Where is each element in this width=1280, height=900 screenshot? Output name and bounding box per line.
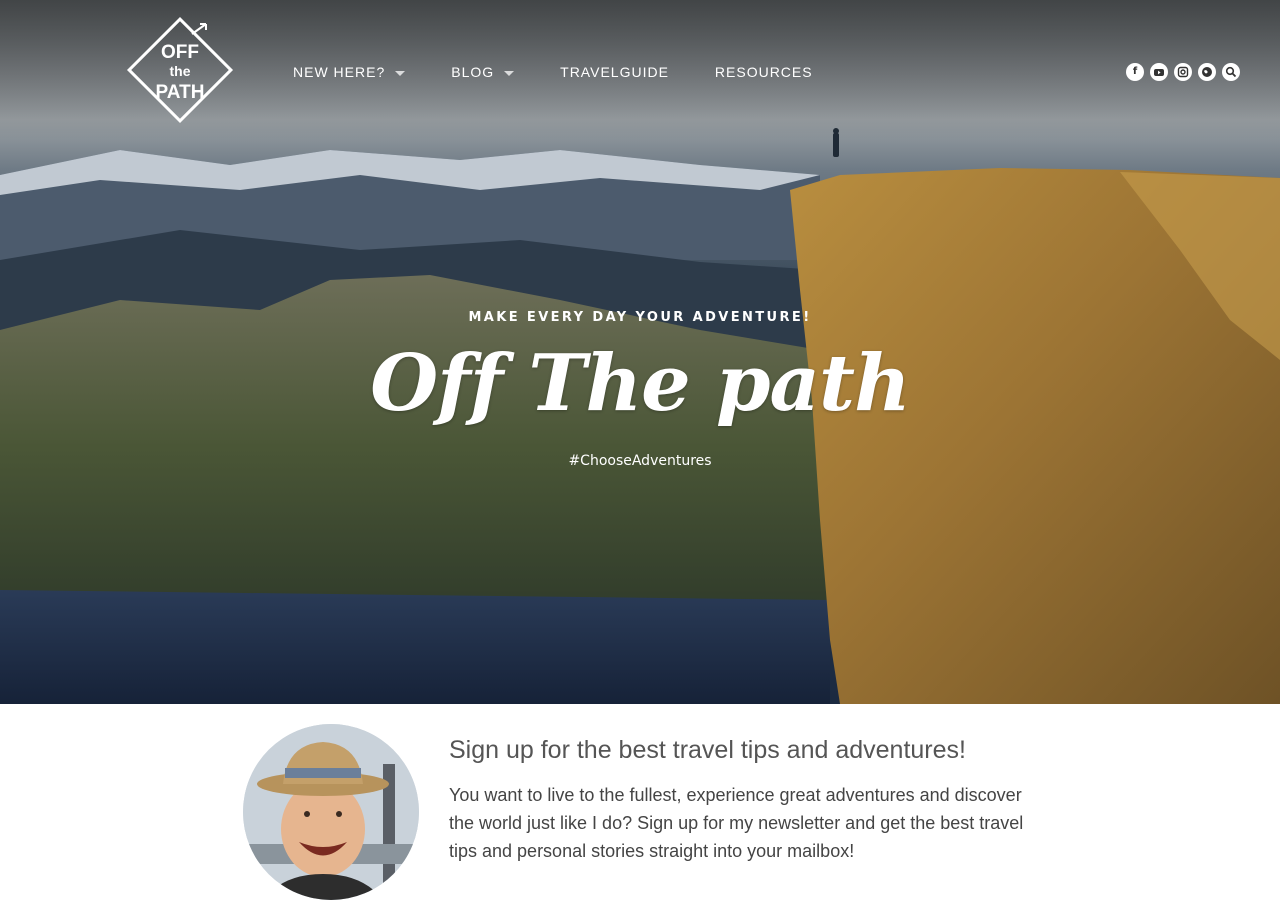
facebook-icon[interactable]: f bbox=[1126, 63, 1144, 81]
instagram-icon[interactable] bbox=[1174, 63, 1192, 81]
nav-label: NEW HERE? bbox=[293, 64, 386, 80]
chevron-down-icon bbox=[504, 70, 515, 76]
search-icon[interactable] bbox=[1222, 63, 1240, 81]
youtube-icon[interactable] bbox=[1150, 63, 1168, 81]
site-logo[interactable]: OFF the PATH bbox=[122, 12, 238, 128]
hero-brand-title: Off The path bbox=[370, 338, 911, 429]
nav-resources[interactable]: RESOURCES bbox=[715, 64, 813, 80]
nav-label: TRAVELGUIDE bbox=[560, 64, 669, 80]
signup-title: Sign up for the best travel tips and adv… bbox=[449, 736, 966, 764]
nav-travelguide[interactable]: TRAVELGUIDE bbox=[560, 64, 669, 80]
nav-label: RESOURCES bbox=[714, 64, 813, 80]
logo-text-the: the bbox=[170, 63, 191, 79]
main-nav: NEW HERE? BLOG TRAVELGUIDE RESOURCES bbox=[270, 62, 836, 82]
logo-arrow-icon bbox=[191, 23, 207, 35]
hero-hashtag: #ChooseAdventures bbox=[568, 453, 712, 469]
social-links: f bbox=[1126, 63, 1240, 81]
chevron-down-icon bbox=[395, 70, 406, 76]
nav-label: BLOG bbox=[451, 64, 495, 80]
signup-text: You want to live to the fullest, experie… bbox=[449, 785, 1024, 861]
hero-banner: OFF the PATH NEW HERE? BLOG TRAVELGUIDE … bbox=[0, 0, 1280, 704]
nav-blog[interactable]: BLOG bbox=[451, 64, 515, 80]
globe-icon[interactable] bbox=[1198, 63, 1216, 81]
logo-text-path: PATH bbox=[156, 82, 205, 103]
author-avatar bbox=[243, 724, 419, 900]
hero-tagline: MAKE EVERY DAY YOUR ADVENTURE! bbox=[468, 310, 812, 325]
nav-new-here[interactable]: NEW HERE? bbox=[293, 64, 406, 80]
logo-text-off: OFF bbox=[161, 42, 199, 63]
